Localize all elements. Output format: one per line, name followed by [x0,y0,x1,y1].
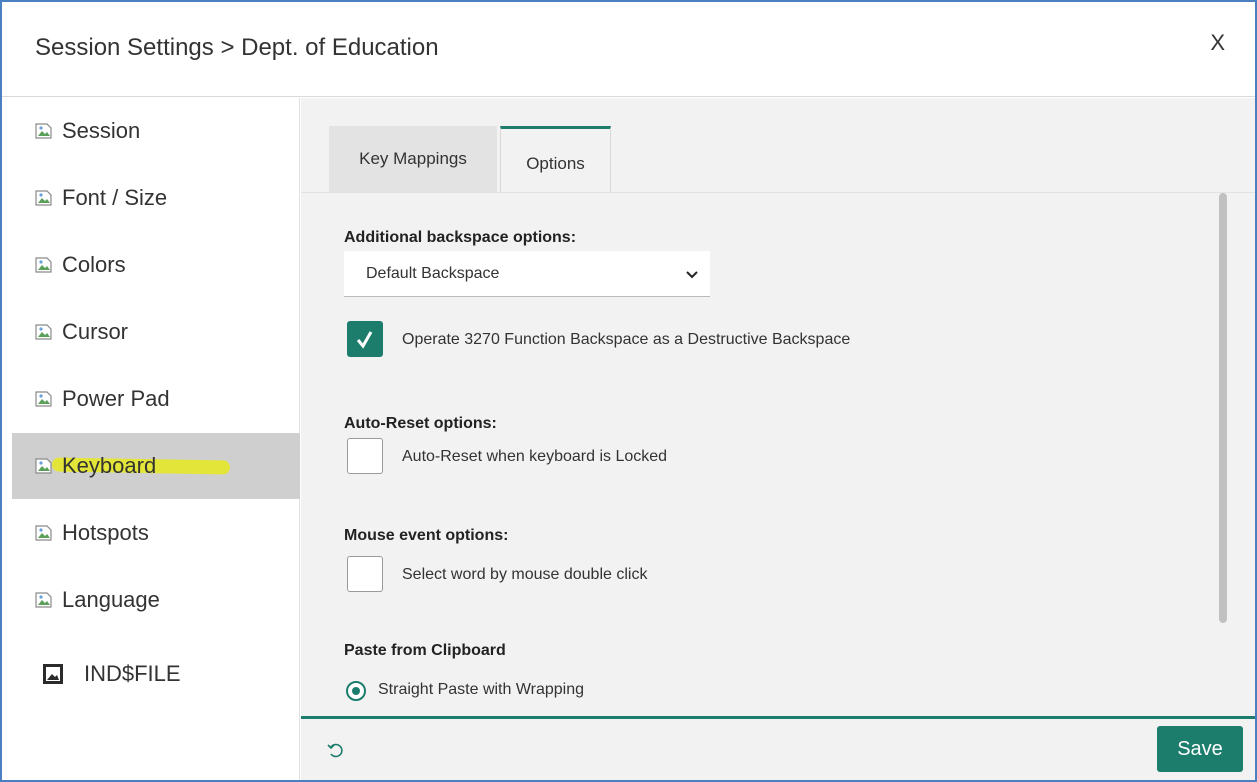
double-click-checkbox[interactable] [347,556,383,592]
dialog-header: Session Settings > Dept. of Education X [2,2,1255,97]
tab-key-mappings[interactable]: Key Mappings [329,126,497,192]
auto-reset-checkbox[interactable] [347,438,383,474]
paste-heading: Paste from Clipboard [344,642,506,659]
backspace-select[interactable]: Default Backspace [344,251,710,297]
broken-image-icon [34,120,60,142]
sidebar-item-label: Colors [62,252,126,277]
close-button[interactable]: X [1210,30,1225,56]
settings-dialog: Session Settings > Dept. of Education X … [0,0,1257,782]
broken-image-icon [34,321,60,343]
straight-paste-label: Straight Paste with Wrapping [378,681,585,698]
options-content: Additional backspace options: Default Ba… [301,192,1255,716]
tab-options[interactable]: Options [500,126,611,192]
broken-image-icon [34,187,60,209]
sidebar-item-font-size[interactable]: Font / Size [12,165,300,231]
broken-image-icon [34,254,60,276]
sidebar: Session Font / Size Colors Cursor Power … [2,98,300,780]
chevron-down-icon [686,267,698,285]
sidebar-item-label: IND$FILE [84,661,181,686]
backspace-heading: Additional backspace options: [344,229,577,246]
sidebar-item-label: Language [62,587,160,612]
save-button[interactable]: Save [1157,726,1243,772]
sidebar-item-power-pad[interactable]: Power Pad [12,366,300,432]
destructive-backspace-label: Operate 3270 Function Backspace as a Des… [402,331,851,348]
broken-image-icon [34,522,60,544]
broken-image-icon [34,589,60,611]
sidebar-item-session[interactable]: Session [12,98,300,164]
main-panel: Key Mappings Options Additional backspac… [301,98,1255,716]
broken-image-icon [34,388,60,410]
double-click-label: Select word by mouse double click [402,566,648,583]
sidebar-item-cursor[interactable]: Cursor [12,299,300,365]
straight-paste-radio[interactable] [346,681,366,701]
sidebar-item-label: Session [62,118,141,143]
sidebar-item-label: Power Pad [62,386,170,411]
image-icon [42,663,68,685]
sidebar-item-label: Font / Size [62,185,168,210]
sidebar-item-label: Keyboard [62,453,157,478]
sidebar-item-keyboard[interactable]: Keyboard [12,433,300,499]
sidebar-item-ind-file[interactable]: IND$FILE [12,641,300,707]
checkmark-icon [356,331,373,349]
mouse-event-heading: Mouse event options: [344,527,509,544]
backspace-select-value: Default Backspace [366,264,500,282]
reset-icon[interactable] [325,739,347,761]
broken-image-icon [34,455,60,477]
dialog-footer: Save [301,716,1255,780]
sidebar-item-label: Hotspots [62,520,149,545]
sidebar-item-hotspots[interactable]: Hotspots [12,500,300,566]
auto-reset-label: Auto-Reset when keyboard is Locked [402,448,668,465]
sidebar-item-colors[interactable]: Colors [12,232,300,298]
sidebar-item-label: Cursor [62,319,129,344]
auto-reset-heading: Auto-Reset options: [344,415,497,432]
sidebar-item-language[interactable]: Language [12,567,300,633]
radio-dot [352,687,360,695]
scrollbar[interactable] [1219,193,1227,623]
dialog-title: Session Settings > Dept. of Education [35,34,439,61]
destructive-backspace-checkbox[interactable] [347,321,383,357]
